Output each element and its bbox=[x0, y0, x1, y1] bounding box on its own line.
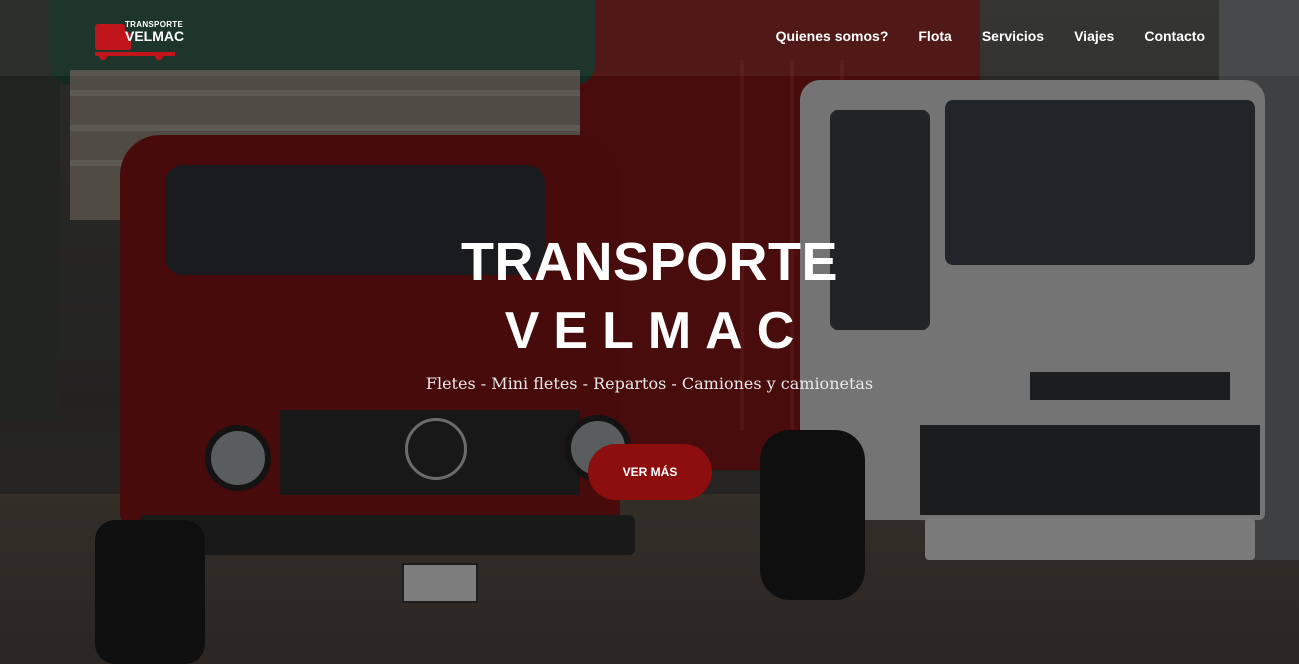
hero-content: TRANSPORTE VELMAC Fletes - Mini fletes -… bbox=[0, 232, 1299, 393]
nav-flota[interactable]: Flota bbox=[918, 28, 951, 44]
hero-title-line1: TRANSPORTE bbox=[460, 232, 838, 292]
nav-contacto[interactable]: Contacto bbox=[1144, 28, 1205, 44]
nav-servicios[interactable]: Servicios bbox=[982, 28, 1044, 44]
nav-quienes-somos[interactable]: Quienes somos? bbox=[776, 28, 889, 44]
hero-subtitle: Fletes - Mini fletes - Repartos - Camion… bbox=[425, 374, 874, 393]
truck-logo-wheel bbox=[155, 52, 163, 60]
ver-mas-button[interactable]: VER MÁS bbox=[588, 444, 712, 500]
main-nav: Quienes somos? Flota Servicios Viajes Co… bbox=[746, 28, 1205, 44]
truck-logo-wheel bbox=[99, 52, 107, 60]
truck-logo-base bbox=[95, 52, 175, 56]
hero-title-line2: VELMAC bbox=[504, 302, 809, 360]
logo-text-large: VELMAC bbox=[125, 28, 185, 44]
nav-viajes[interactable]: Viajes bbox=[1074, 28, 1114, 44]
site-logo[interactable]: TRANSPORTE VELMAC bbox=[95, 18, 185, 60]
